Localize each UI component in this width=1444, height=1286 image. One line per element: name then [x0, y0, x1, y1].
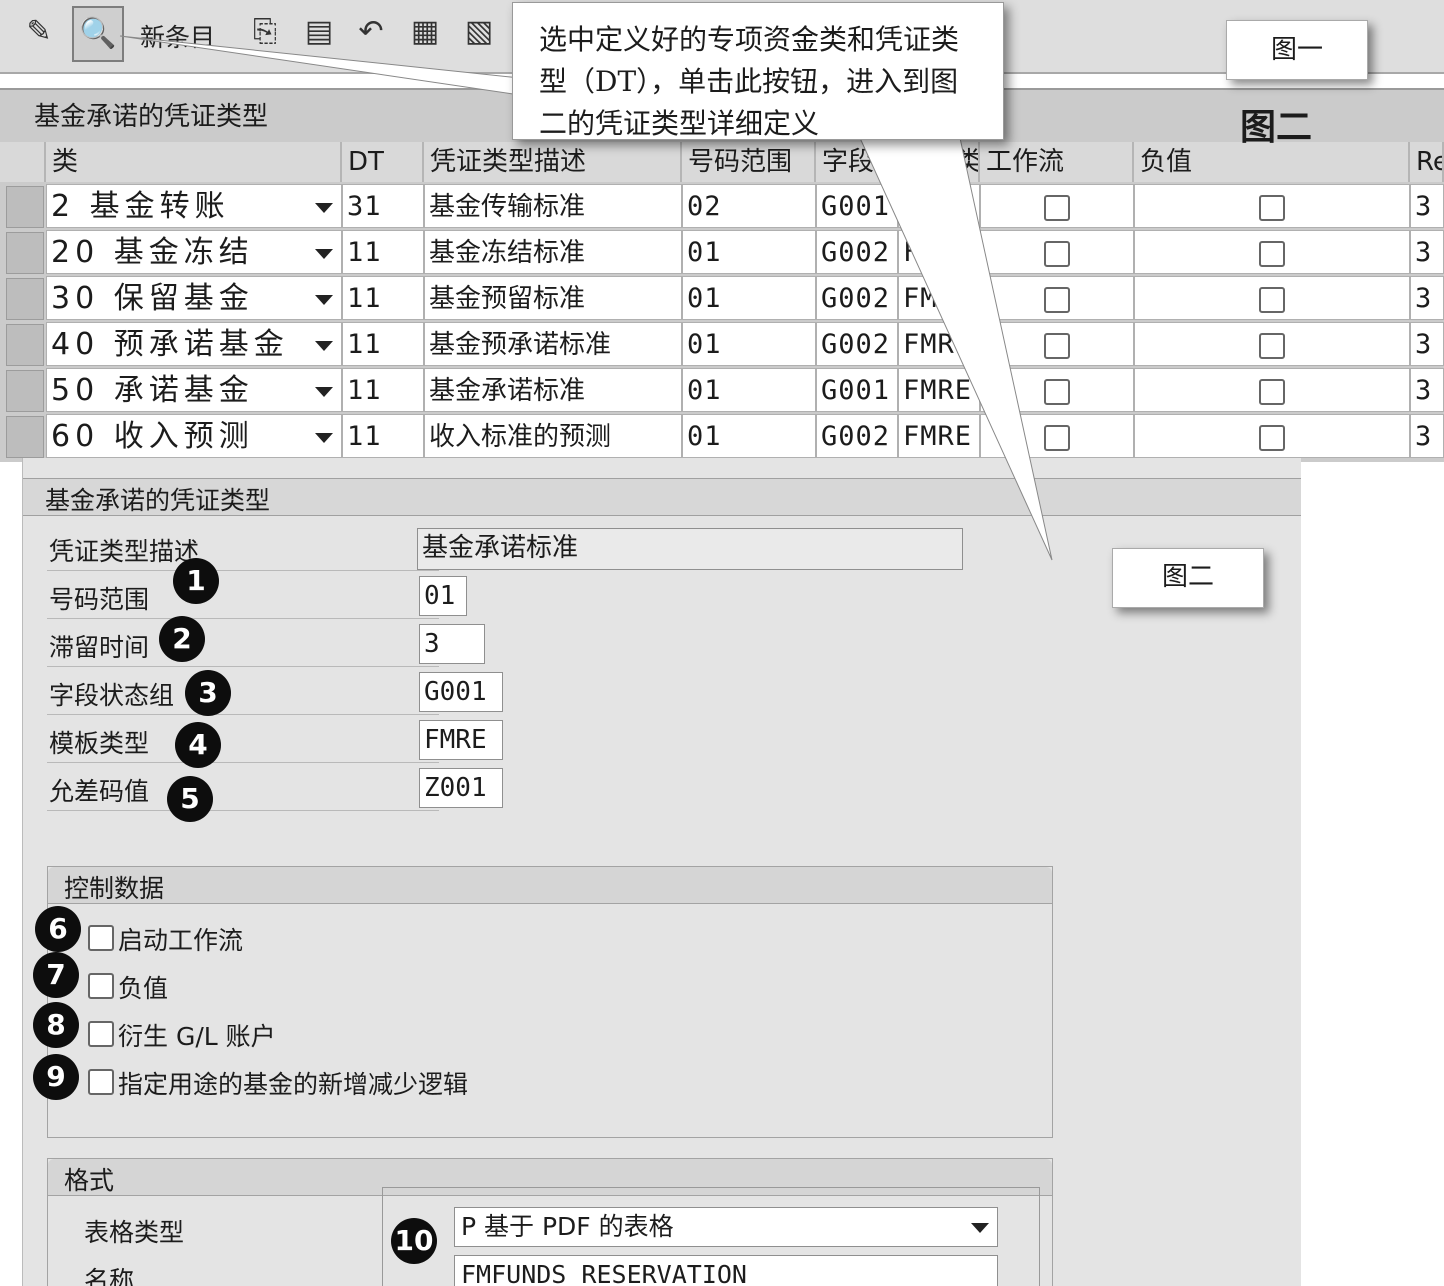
- field-row-field-status-group: 字段状态组: [47, 668, 439, 715]
- callout-number-9: 9: [33, 1054, 79, 1100]
- callout-number-10: 10: [391, 1218, 437, 1264]
- derive-gl-account-checkbox[interactable]: [88, 1021, 114, 1047]
- tolerance-label: 允差码值: [49, 777, 150, 806]
- figure-two-label: 图二: [1112, 548, 1264, 608]
- format-title: 格式: [64, 1166, 115, 1195]
- callout-number-3: 3: [185, 670, 231, 716]
- figure-two-heading: 图二: [1240, 106, 1313, 148]
- callout-number-6: 6: [35, 906, 81, 952]
- callout-number-8: 8: [33, 1002, 79, 1048]
- field-row-tolerance: 允差码值: [47, 764, 439, 811]
- control-data-group: 控制数据 启动工作流 负值 衍生 G/L 账户 指定用途的基金的新增减少逻辑: [47, 866, 1053, 1138]
- field-row-template-type: 模板类型: [47, 716, 439, 763]
- start-workflow-label: 启动工作流: [118, 926, 244, 955]
- template-type-input[interactable]: FMRE: [419, 720, 503, 760]
- callout-number-5: 5: [167, 776, 213, 822]
- retention-time-input[interactable]: 3: [419, 624, 485, 664]
- form-type-value: P 基于 PDF 的表格: [461, 1212, 674, 1241]
- negative-value-checkbox[interactable]: [88, 973, 114, 999]
- form-type-label: 表格类型: [84, 1218, 185, 1247]
- callout-number-4: 4: [175, 722, 221, 768]
- derive-gl-account-label: 衍生 G/L 账户: [118, 1022, 276, 1051]
- negative-value-label: 负值: [118, 974, 169, 1003]
- control-data-title: 控制数据: [64, 874, 165, 903]
- form-name-input[interactable]: FMFUNDS_RESERVATION: [454, 1255, 998, 1286]
- callout-number-7: 7: [33, 952, 79, 998]
- callout-box: 选中定义好的专项资金类和凭证类型（DT），单击此按钮，进入到图二的凭证类型详细定…: [512, 2, 1004, 140]
- control-data-header: 控制数据: [48, 867, 1052, 904]
- callout-number-2: 2: [159, 616, 205, 662]
- start-workflow-checkbox[interactable]: [88, 925, 114, 951]
- retention-time-label: 滞留时间: [49, 633, 150, 662]
- earmarked-funds-logic-label: 指定用途的基金的新增减少逻辑: [118, 1070, 469, 1099]
- form-name-label: 名称: [84, 1266, 135, 1286]
- template-type-label: 模板类型: [49, 729, 150, 758]
- format-group: 格式 表格类型 名称 P 基于 PDF 的表格 FMFUNDS_RESERVAT…: [47, 1158, 1053, 1286]
- form-type-dropdown[interactable]: P 基于 PDF 的表格: [454, 1207, 998, 1247]
- field-row-retention-time: 滞留时间: [47, 620, 439, 667]
- field-status-group-label: 字段状态组: [49, 681, 175, 710]
- chevron-down-icon[interactable]: [971, 1223, 989, 1233]
- earmarked-funds-logic-checkbox[interactable]: [88, 1069, 114, 1095]
- field-status-group-input[interactable]: G001: [419, 672, 503, 712]
- figure-one-label: 图一: [1226, 20, 1368, 80]
- tolerance-input[interactable]: Z001: [419, 768, 503, 808]
